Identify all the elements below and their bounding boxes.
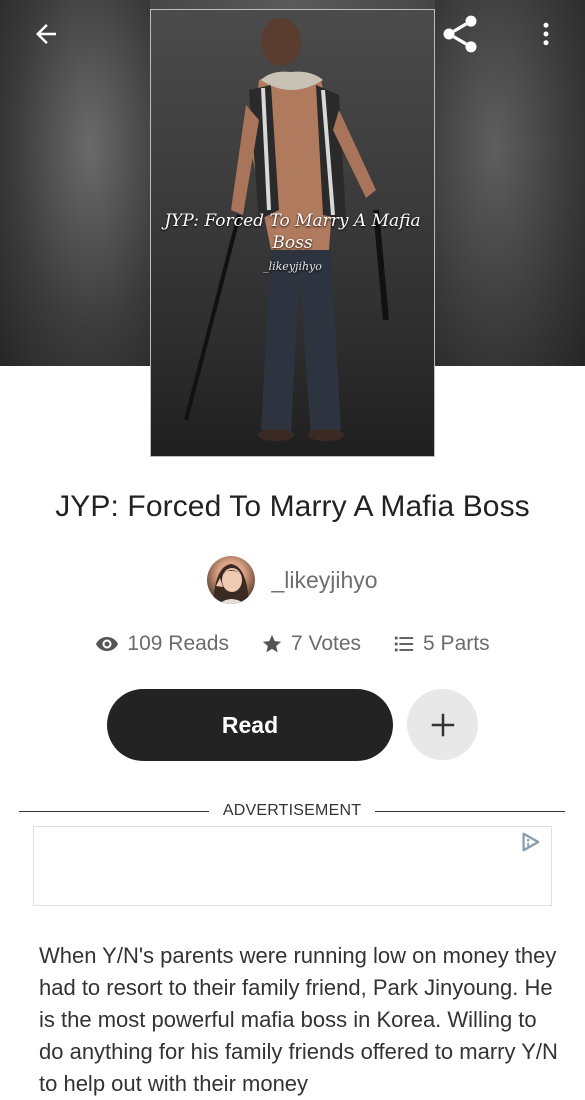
list-icon	[394, 636, 414, 652]
avatar-portrait-illustration	[213, 564, 250, 604]
votes-count: 7 Votes	[290, 632, 362, 655]
advertisement-label: ADVERTISEMENT	[222, 802, 362, 819]
story-title: JYP: Forced To Marry A Mafia Boss	[55, 490, 530, 523]
book-cover[interactable]: JYP: Forced To Marry A Mafia Boss _likey…	[150, 9, 435, 457]
advertisement-divider: ADVERTISEMENT	[19, 800, 566, 822]
author-row[interactable]: _likeyjihyo	[0, 554, 585, 606]
eye-icon	[96, 637, 119, 651]
reads-stat: 109 Reads	[95, 632, 229, 656]
arrow-left-icon	[36, 24, 56, 44]
divider-line-right	[375, 810, 566, 812]
story-stats: 109 Reads 7 Votes 5 Parts	[0, 632, 585, 656]
votes-stat: 7 Votes	[261, 632, 361, 656]
story-description: When Y/N's parents were running low on m…	[39, 943, 558, 1096]
author-avatar[interactable]	[207, 556, 256, 604]
more-vertical-icon	[543, 22, 549, 46]
backdrop-blur-left	[0, 0, 150, 366]
parts-stat[interactable]: 5 Parts	[393, 632, 490, 656]
ad-choices-icon[interactable]	[519, 831, 541, 853]
more-options-button[interactable]	[524, 12, 568, 56]
author-name-link[interactable]: _likeyjihyo	[271, 567, 377, 594]
read-button[interactable]: Read	[107, 689, 393, 761]
share-icon	[443, 15, 477, 53]
plus-icon	[431, 713, 454, 736]
cover-author-signature: _likeyjihyo	[263, 260, 322, 273]
parts-count: 5 Parts	[423, 632, 490, 655]
advertisement-slot[interactable]	[33, 826, 552, 906]
back-button[interactable]	[24, 12, 68, 56]
add-to-library-button[interactable]	[407, 689, 478, 760]
cover-title-text: JYP: Forced To Marry A Mafia Boss	[164, 211, 421, 253]
share-button[interactable]	[438, 12, 482, 56]
divider-line-left	[19, 810, 209, 812]
star-icon	[262, 634, 282, 653]
reads-count: 109 Reads	[127, 632, 229, 655]
